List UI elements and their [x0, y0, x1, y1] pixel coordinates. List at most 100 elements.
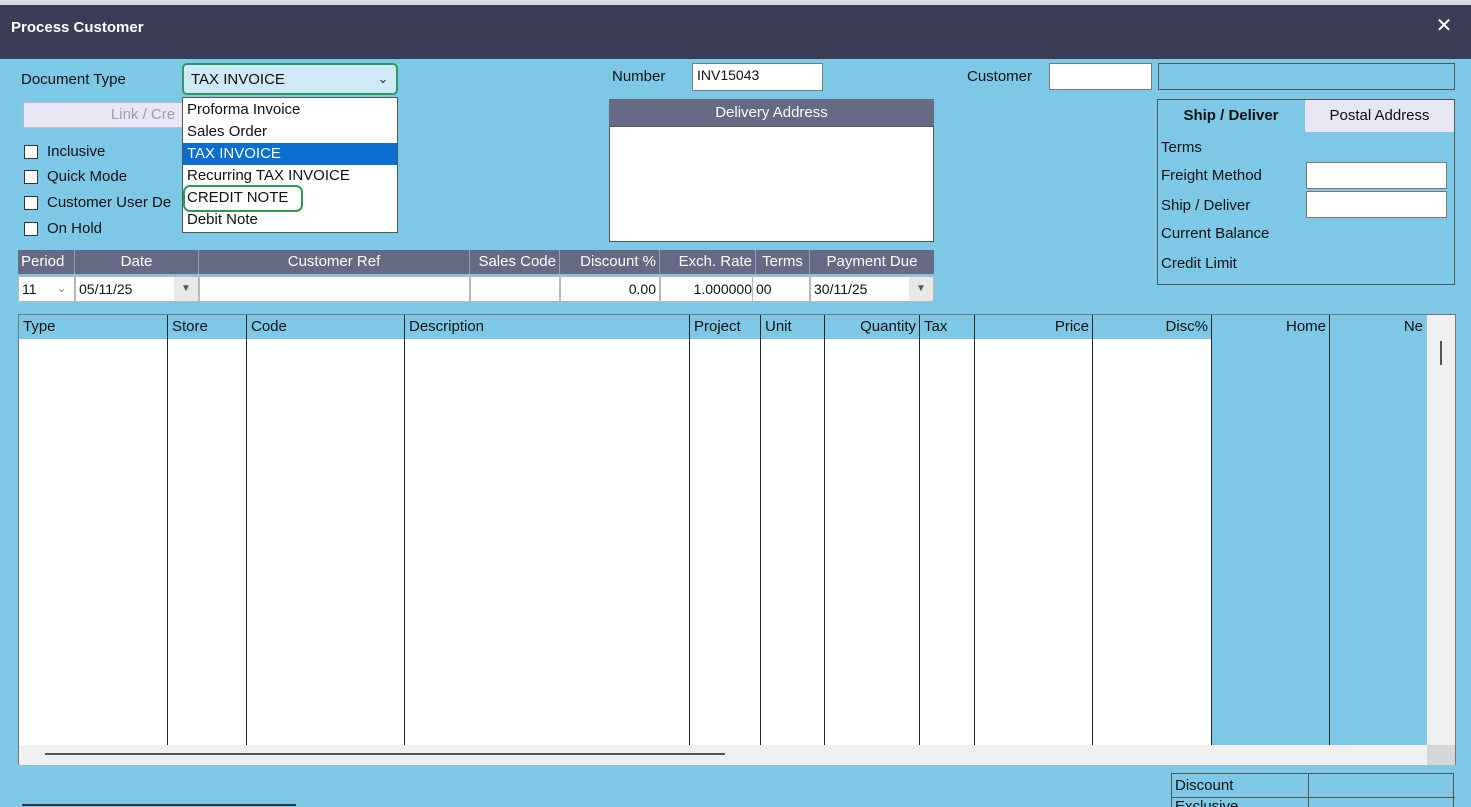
calendar-dropdown-icon[interactable]: ▼ — [174, 277, 198, 301]
exclusive-total-label: Exclusive — [1175, 799, 1238, 807]
col-tax: Tax — [924, 318, 948, 335]
document-type-select[interactable]: TAX INVOICE — [182, 63, 398, 95]
customer-user-label: Customer User De — [47, 194, 172, 211]
credit-note-highlight — [183, 185, 303, 212]
customer-code-field[interactable] — [1049, 63, 1152, 90]
column-divider — [404, 315, 405, 745]
discount-total-label: Discount — [1175, 777, 1234, 794]
col-unit: Unit — [765, 318, 792, 335]
number-field[interactable]: INV15043 — [692, 63, 823, 91]
col-store: Store — [172, 318, 208, 335]
dropdown-option-recurring-tax-invoice[interactable]: Recurring TAX INVOICE — [183, 165, 397, 187]
chevron-down-icon[interactable]: ⌄ — [368, 64, 398, 94]
window-title: Process Customer — [11, 19, 144, 36]
column-divider — [919, 315, 920, 745]
col-quantity: Quantity — [860, 318, 916, 335]
payment-due-value: 30/11/25 — [814, 281, 868, 297]
tab-ship-deliver[interactable]: Ship / Deliver — [1158, 100, 1304, 132]
col-terms: Terms — [756, 250, 810, 274]
close-icon[interactable]: ✕ — [1432, 14, 1456, 38]
col-net: Ne — [1403, 318, 1423, 335]
lines-grid[interactable]: Type Store Code Description Project Unit… — [18, 314, 1456, 765]
customer-label: Customer — [967, 68, 1033, 85]
inclusive-checkbox[interactable] — [24, 145, 38, 159]
scroll-corner — [1427, 745, 1455, 765]
column-divider — [760, 315, 761, 745]
col-payment-due: Payment Due — [826, 253, 918, 270]
vertical-scroll-thumb[interactable] — [1440, 341, 1442, 365]
ship-deliver-field[interactable] — [1306, 191, 1447, 218]
vertical-scrollbar[interactable] — [1427, 315, 1455, 745]
col-disc: Disc% — [1165, 318, 1208, 335]
col-type: Type — [23, 318, 56, 335]
terms-field[interactable]: 00 — [752, 276, 810, 302]
customer-ref-field[interactable] — [199, 276, 470, 302]
totals-row-divider — [1172, 797, 1455, 798]
horizontal-scrollbar[interactable] — [19, 745, 1427, 765]
document-type-value: TAX INVOICE — [191, 71, 285, 88]
ship-deliver-label: Ship / Deliver — [1161, 197, 1251, 214]
link-create-label: Link / Cre — [110, 106, 176, 123]
column-divider — [1092, 315, 1093, 745]
bottom-left-field-edge — [22, 804, 296, 806]
payment-due-field[interactable]: 30/11/25 ▼ — [810, 276, 934, 302]
date-value: 05/11/25 — [79, 281, 133, 297]
delivery-address-header: Delivery Address — [609, 99, 934, 126]
delivery-address-text[interactable] — [609, 126, 934, 242]
document-type-dropdown: Proforma Invoice Sales Order TAX INVOICE… — [182, 97, 398, 233]
current-balance-label: Current Balance — [1161, 225, 1270, 242]
customer-name-field — [1158, 63, 1455, 90]
freight-method-label: Freight Method — [1161, 167, 1262, 184]
on-hold-label: On Hold — [47, 220, 103, 237]
col-project: Project — [694, 318, 741, 335]
totals-panel: Discount Exclusive — [1171, 773, 1455, 807]
period-value: 11 — [22, 281, 37, 297]
date-field[interactable]: 05/11/25 ▼ — [75, 276, 199, 302]
dropdown-option-proforma[interactable]: Proforma Invoice — [183, 99, 397, 121]
exch-rate-field[interactable]: 1.000000 — [660, 276, 756, 302]
lines-grid-header: Type Store Code Description Project Unit… — [19, 315, 1427, 339]
col-home: Home — [1285, 318, 1326, 335]
document-type-label: Document Type — [21, 71, 126, 88]
col-discount: Discount % — [560, 250, 660, 274]
document-grid-header: Period Date Customer Ref Sales Code Disc… — [18, 250, 934, 274]
column-divider — [246, 315, 247, 745]
col-period: Period — [18, 250, 75, 274]
column-divider — [167, 315, 168, 745]
on-hold-checkbox[interactable] — [24, 222, 38, 236]
column-divider — [974, 315, 975, 745]
totals-divider — [1308, 774, 1309, 807]
computed-columns-area — [1211, 315, 1437, 745]
col-price: Price — [1054, 318, 1089, 335]
freight-method-field[interactable] — [1306, 162, 1447, 189]
column-divider — [689, 315, 690, 745]
customer-user-checkbox[interactable] — [24, 196, 38, 210]
column-divider — [1329, 315, 1330, 745]
document-grid-row: 11 ⌄ 05/11/25 ▼ 0.00 1.000000 00 30/11/25 ▼ — [18, 276, 934, 302]
dropdown-option-tax-invoice[interactable]: TAX INVOICE — [183, 143, 397, 165]
inclusive-label: Inclusive — [47, 143, 106, 160]
column-divider — [824, 315, 825, 745]
col-description: Description — [409, 318, 485, 335]
tab-postal-address[interactable]: Postal Address — [1305, 100, 1454, 132]
col-date: Date — [75, 250, 199, 274]
quick-mode-label: Quick Mode — [47, 168, 128, 185]
col-customer-ref: Customer Ref — [199, 250, 470, 274]
title-bar — [0, 0, 1471, 59]
terms-label: Terms — [1161, 139, 1202, 156]
credit-limit-label: Credit Limit — [1161, 255, 1237, 272]
calendar-dropdown-icon[interactable]: ▼ — [909, 277, 933, 301]
column-divider — [1211, 315, 1212, 745]
period-select[interactable]: 11 ⌄ — [18, 276, 75, 302]
col-sales-code: Sales Code — [470, 250, 560, 274]
quick-mode-checkbox[interactable] — [24, 170, 38, 184]
horizontal-scroll-thumb[interactable] — [45, 753, 725, 755]
dropdown-option-sales-order[interactable]: Sales Order — [183, 121, 397, 143]
col-code: Code — [251, 318, 287, 335]
discount-field[interactable]: 0.00 — [560, 276, 660, 302]
chevron-down-icon: ⌄ — [57, 283, 67, 295]
number-label: Number — [612, 68, 666, 85]
col-exch-rate: Exch. Rate — [660, 250, 756, 274]
sales-code-field[interactable] — [470, 276, 560, 302]
dropdown-option-debit-note[interactable]: Debit Note — [183, 209, 397, 231]
